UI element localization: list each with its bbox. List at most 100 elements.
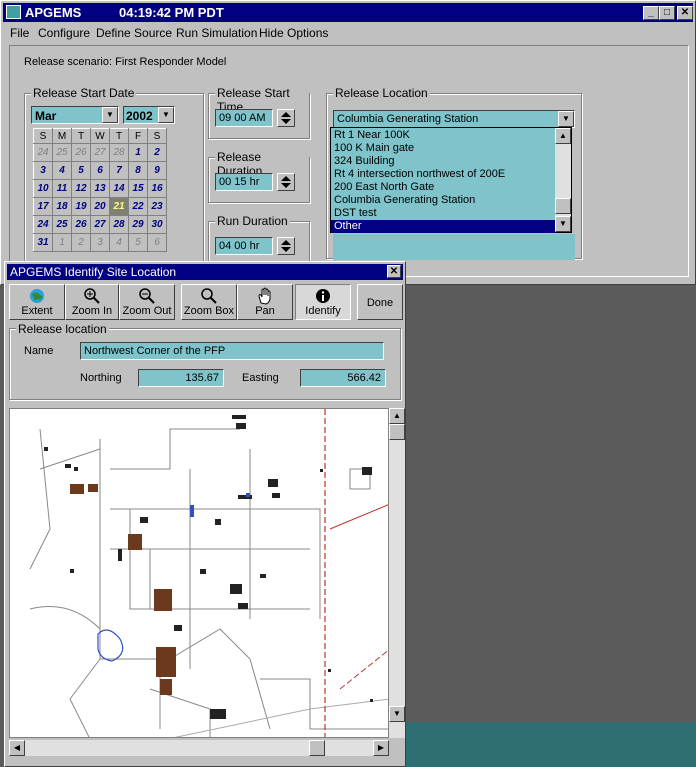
location-option[interactable]: 200 East North Gate [331, 181, 555, 194]
extent-button[interactable]: Extent [9, 284, 65, 320]
identify-button[interactable]: Identify [295, 284, 351, 320]
location-option[interactable]: 100 K Main gate [331, 142, 555, 155]
zoom-in-button[interactable]: Zoom In [65, 284, 119, 320]
zoom-out-button[interactable]: Zoom Out [119, 284, 175, 320]
calendar-day[interactable]: 2 [71, 233, 91, 252]
zoom-out-icon [120, 287, 174, 305]
minimize-button[interactable]: _ [643, 6, 659, 20]
year-select[interactable]: 2002 ▼ [123, 106, 175, 124]
calendar-day[interactable]: 2 [147, 143, 167, 162]
menu-file[interactable]: File [10, 26, 29, 40]
calendar-day[interactable]: 25 [52, 215, 72, 234]
calendar-day[interactable]: 26 [71, 215, 91, 234]
duration-input[interactable]: 00 15 hr [215, 173, 273, 191]
map-hscrollbar[interactable]: ◀ ▶ [9, 740, 389, 756]
close-button[interactable]: ✕ [677, 6, 693, 20]
calendar-day[interactable]: 29 [128, 215, 148, 234]
calendar-day[interactable]: 27 [90, 215, 110, 234]
location-option[interactable]: 324 Building [331, 155, 555, 168]
calendar-day[interactable]: 6 [147, 233, 167, 252]
done-button[interactable]: Done [357, 284, 403, 320]
site-map[interactable] [10, 409, 389, 738]
calendar-day[interactable]: 11 [52, 179, 72, 198]
run-duration-spinner[interactable] [277, 237, 295, 255]
identify-title-bar[interactable]: APGEMS Identify Site Location ✕ [7, 264, 403, 280]
scroll-up-button[interactable]: ▲ [555, 128, 571, 144]
calendar-day[interactable]: 19 [71, 197, 91, 216]
location-select[interactable]: Columbia Generating Station ▼ [333, 110, 575, 128]
zoom-box-button[interactable]: Zoom Box [181, 284, 237, 320]
map-vscroll-thumb[interactable] [389, 424, 405, 440]
map-scroll-up-button[interactable]: ▲ [389, 408, 405, 424]
start-time-input[interactable]: 09 00 AM [215, 109, 273, 127]
calendar-day[interactable]: 3 [90, 233, 110, 252]
map-scroll-down-button[interactable]: ▼ [389, 706, 405, 722]
northing-field[interactable]: 135.67 [138, 369, 224, 387]
calendar-day[interactable]: 26 [71, 143, 91, 162]
location-dropdown-list[interactable]: Rt 1 Near 100K 100 K Main gate 324 Buildin… [330, 127, 572, 233]
scroll-thumb[interactable] [555, 198, 571, 214]
menu-run-simulation[interactable]: Run Simulation [176, 26, 257, 40]
map-viewport[interactable] [9, 408, 389, 738]
map-hscroll-thumb[interactable] [309, 740, 325, 756]
location-label: Release Location [333, 86, 430, 100]
location-dropdown-arrow[interactable]: ▼ [558, 111, 574, 127]
calendar-day[interactable]: 15 [128, 179, 148, 198]
calendar-day[interactable]: 24 [33, 143, 53, 162]
calendar-day[interactable]: 10 [33, 179, 53, 198]
calendar-day[interactable]: 7 [109, 161, 129, 180]
calendar-day[interactable]: 3 [33, 161, 53, 180]
location-list-scrollbar[interactable]: ▲ ▼ [555, 128, 571, 232]
run-duration-input[interactable]: 04 00 hr [215, 237, 273, 255]
location-option[interactable]: Columbia Generating Station [331, 194, 555, 207]
year-dropdown-arrow[interactable]: ▼ [158, 107, 174, 123]
calendar-day[interactable]: 31 [33, 233, 53, 252]
calendar-day[interactable]: 23 [147, 197, 167, 216]
identify-close-button[interactable]: ✕ [387, 265, 401, 278]
calendar-day[interactable]: 1 [52, 233, 72, 252]
calendar-day[interactable]: 28 [109, 215, 129, 234]
calendar-day[interactable]: 25 [52, 143, 72, 162]
calendar-day[interactable]: 12 [71, 179, 91, 198]
map-vscrollbar[interactable]: ▲ ▼ [389, 408, 405, 738]
map-scroll-left-button[interactable]: ◀ [9, 740, 25, 756]
calendar-day[interactable]: 4 [109, 233, 129, 252]
calendar-day[interactable]: 17 [33, 197, 53, 216]
maximize-button[interactable]: □ [659, 6, 675, 20]
calendar-day[interactable]: 1 [128, 143, 148, 162]
calendar-day[interactable]: 24 [33, 215, 53, 234]
calendar-day[interactable]: 27 [90, 143, 110, 162]
name-field[interactable]: Northwest Corner of the PFP [80, 342, 384, 360]
calendar-day[interactable]: 30 [147, 215, 167, 234]
calendar-day[interactable]: 14 [109, 179, 129, 198]
calendar-day[interactable]: 8 [128, 161, 148, 180]
calendar-day[interactable]: 9 [147, 161, 167, 180]
start-time-spinner[interactable] [277, 109, 295, 127]
map-scroll-right-button[interactable]: ▶ [373, 740, 389, 756]
duration-spinner[interactable] [277, 173, 295, 191]
calendar-day[interactable]: 28 [109, 143, 129, 162]
menu-define-source[interactable]: Define Source [96, 26, 172, 40]
calendar-day[interactable]: 13 [90, 179, 110, 198]
calendar-day[interactable]: 4 [52, 161, 72, 180]
easting-field[interactable]: 566.42 [300, 369, 386, 387]
calendar-day[interactable]: 16 [147, 179, 167, 198]
month-select[interactable]: Mar ▼ [31, 106, 119, 124]
calendar-day[interactable]: 6 [90, 161, 110, 180]
calendar-day[interactable]: 18 [52, 197, 72, 216]
scroll-down-button[interactable]: ▼ [555, 216, 571, 232]
location-option[interactable]: Other [331, 220, 555, 233]
menu-hide-options[interactable]: Hide Options [259, 26, 328, 40]
calendar-day[interactable]: 22 [128, 197, 148, 216]
calendar-day[interactable]: 5 [71, 161, 91, 180]
calendar-day[interactable]: 20 [90, 197, 110, 216]
month-dropdown-arrow[interactable]: ▼ [102, 107, 118, 123]
main-title-bar[interactable]: APGEMS 04:19:42 PM PDT _ □ ✕ [3, 3, 693, 22]
location-option[interactable]: Rt 1 Near 100K [331, 129, 555, 142]
pan-button[interactable]: Pan [237, 284, 293, 320]
menu-configure[interactable]: Configure [38, 26, 90, 40]
calendar-day[interactable]: 5 [128, 233, 148, 252]
calendar-day[interactable]: 21 [109, 197, 129, 216]
location-option[interactable]: Rt 4 intersection northwest of 200E [331, 168, 555, 181]
location-option[interactable]: DST test [331, 207, 555, 220]
